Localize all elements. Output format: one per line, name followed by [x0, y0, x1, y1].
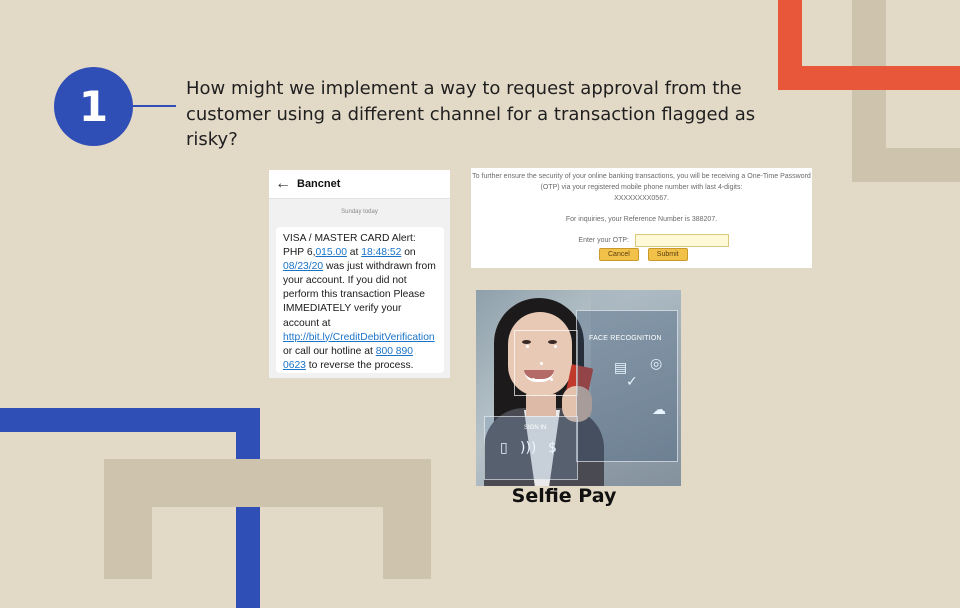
face-recognition-label: FACE RECOGNITION [589, 335, 662, 342]
sms-text-3: on [401, 247, 416, 259]
otp-input[interactable] [635, 234, 729, 247]
otp-input-row: Enter your OTP: [555, 234, 729, 247]
sms-message-bubble: VISA / MASTER CARD Alert: PHP 6,015.00 a… [276, 227, 444, 373]
otp-masked-number: XXXXXXXX0567. [614, 195, 669, 202]
step-connector-line [133, 105, 176, 107]
decor-beige-frame-bottom-left [104, 459, 431, 579]
check-icon: ✓ [626, 374, 638, 390]
step-number-badge: 1 [54, 67, 133, 146]
sms-amount-link[interactable]: 015.00 [315, 247, 347, 258]
otp-label: Enter your OTP: [578, 237, 629, 244]
face-scan-point [540, 362, 543, 365]
face-scan-box [514, 330, 578, 396]
sms-text-5: or call our hotline at [283, 345, 376, 357]
fingerprint-icon: ◎ [650, 356, 663, 372]
phone-icon: ▯ [500, 440, 508, 456]
decor-orange-frame-top-right [778, 0, 960, 90]
otp-form-screenshot: To further ensure the security of your o… [471, 168, 812, 268]
face-scan-point [532, 378, 535, 381]
face-scan-point [550, 378, 553, 381]
submit-button[interactable]: Submit [647, 248, 688, 261]
person-neck [526, 394, 556, 416]
face-scan-point [526, 345, 529, 348]
face-scan-point [554, 345, 557, 348]
cloud-icon: ☁ [652, 402, 666, 418]
selfie-pay-photo: FACE RECOGNITION ▤ ✓ ◎ ☁ SIGN IN ▯ ))) $ [476, 290, 681, 486]
sign-in-label: SIGN IN [524, 425, 547, 431]
selfie-pay-caption: Selfie Pay [511, 485, 617, 507]
otp-buttons: Cancel Submit [599, 248, 688, 261]
sms-header: ← Bancnet [269, 170, 450, 199]
wireless-icon: ))) [520, 440, 537, 456]
sms-sender: Bancnet [297, 178, 341, 190]
otp-inquiry-text: For inquiries, your Reference Number is … [565, 216, 718, 223]
otp-info-text: To further ensure the security of your o… [472, 173, 811, 191]
sms-time-link[interactable]: 18:48:52 [361, 247, 401, 258]
sms-text-6: to reverse the process. [305, 359, 414, 371]
sms-text-2: at [346, 247, 362, 259]
dollar-icon: $ [548, 440, 557, 456]
question-text: How might we implement a way to request … [186, 78, 756, 150]
back-arrow-icon[interactable]: ← [269, 175, 297, 193]
sms-alert-screenshot: ← Bancnet Sunday today VISA / MASTER CAR… [269, 170, 450, 378]
sms-date-link[interactable]: 08/23/20 [283, 261, 323, 272]
step-number: 1 [78, 82, 109, 131]
sms-url-link[interactable]: http://bit.ly/CreditDebitVerification [283, 332, 435, 343]
sms-date: Sunday today [341, 209, 378, 215]
cancel-button[interactable]: Cancel [599, 248, 639, 261]
